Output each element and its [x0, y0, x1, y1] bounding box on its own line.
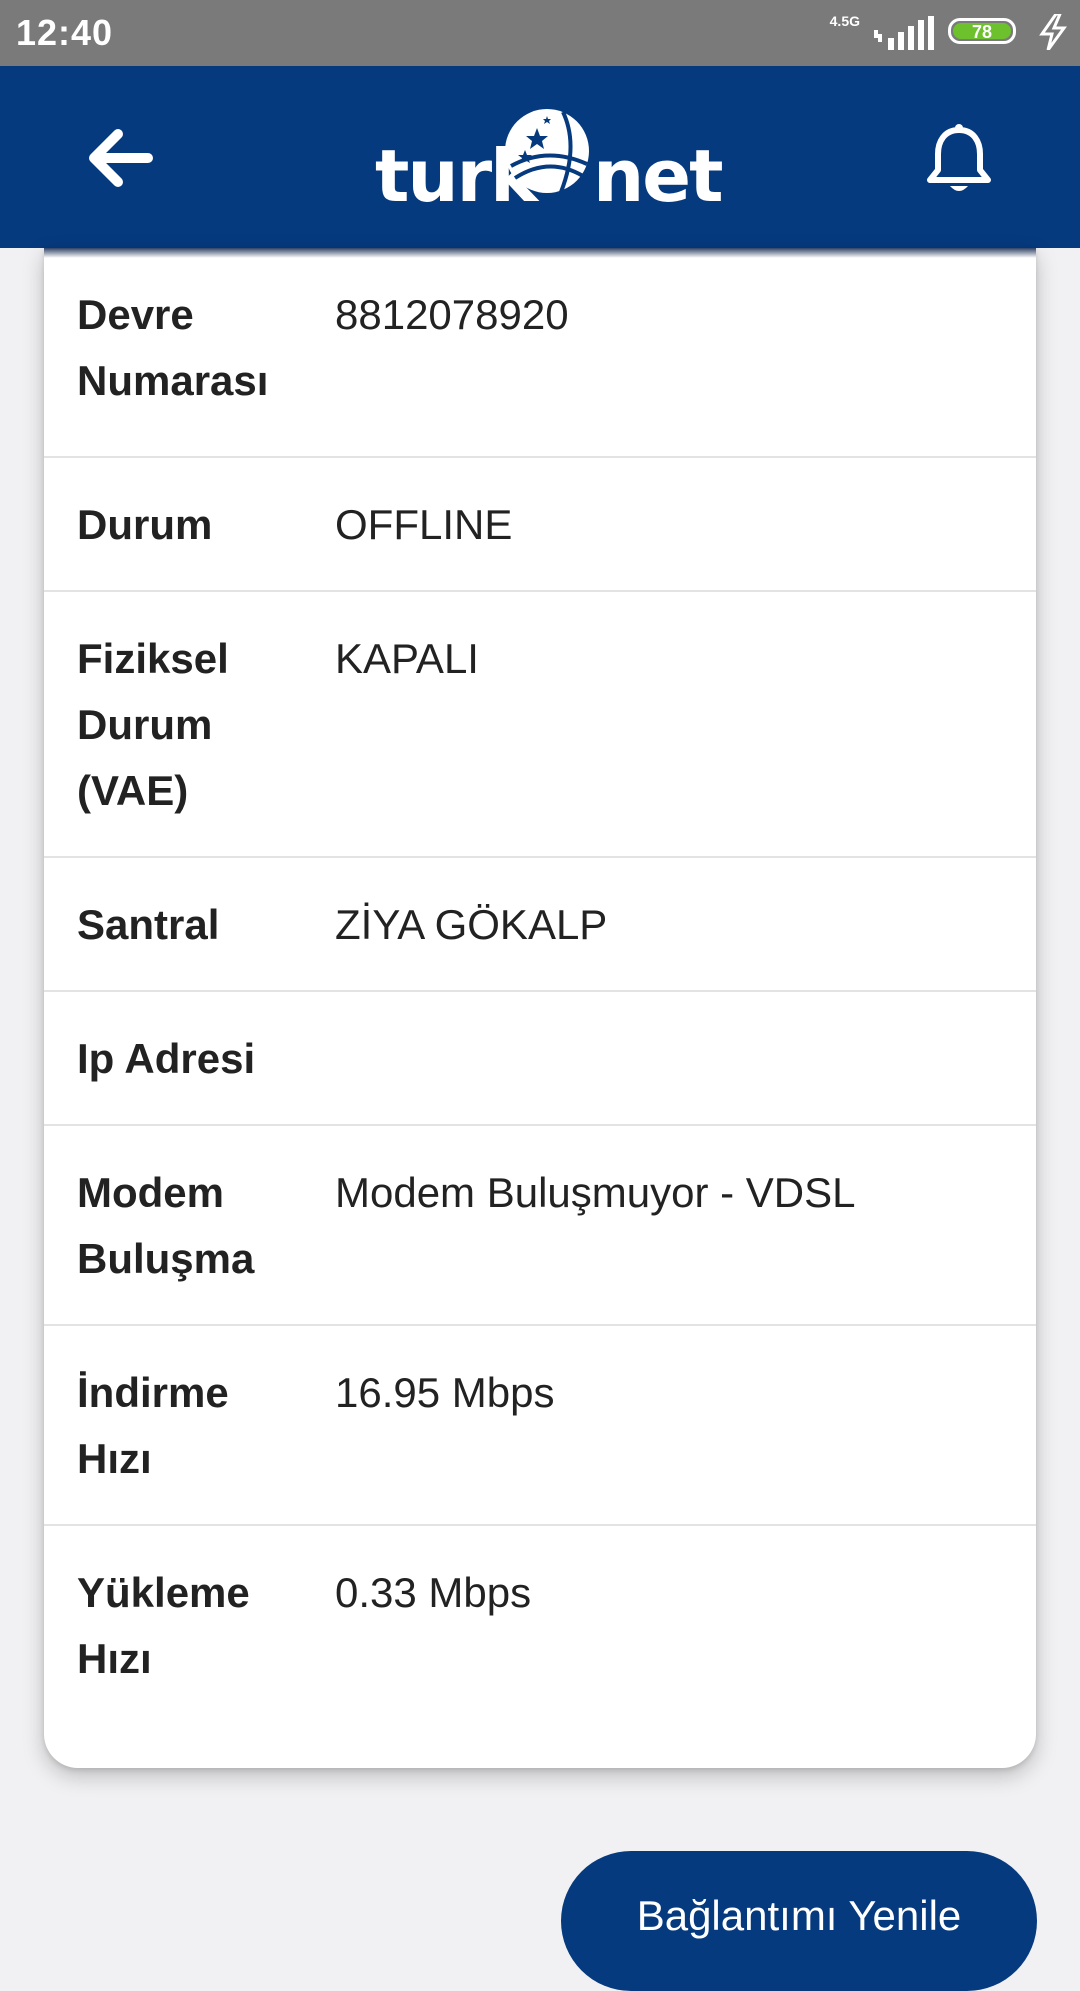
detail-value: Modem Buluşmuyor - VDSL: [335, 1169, 856, 1216]
detail-label: Fiziksel Durum (VAE): [77, 635, 229, 814]
app-bar: turk net: [0, 66, 1080, 248]
detail-label: Modem Buluşma: [77, 1169, 255, 1282]
battery-icon: 78: [948, 18, 1016, 44]
battery-level: 78: [953, 23, 1011, 41]
detail-row-ip-adresi: Ip Adresi: [44, 992, 1036, 1126]
signal-icon: [874, 16, 934, 50]
turknet-logo: turk net: [375, 106, 724, 218]
detail-row-yukleme-hizi: Yükleme Hızı 0.33 Mbps: [44, 1526, 1036, 1768]
connection-details-card: Devre Numarası 8812078920 Durum OFFLINE …: [44, 248, 1036, 1768]
detail-row-modem-bulusma: Modem Buluşma Modem Buluşmuyor - VDSL: [44, 1126, 1036, 1326]
detail-label: Ip Adresi: [77, 1035, 256, 1082]
detail-value: ZİYA GÖKALP: [335, 901, 608, 948]
charging-icon: [1039, 14, 1067, 50]
detail-label: Devre Numarası: [77, 291, 269, 404]
detail-value: KAPALI: [335, 635, 479, 682]
detail-label: Durum: [77, 501, 213, 548]
detail-label: İndirme Hızı: [77, 1369, 229, 1482]
bell-icon[interactable]: [926, 124, 992, 196]
logo-text-right: net: [593, 134, 724, 218]
globe-icon: [505, 109, 589, 193]
arrow-left-icon[interactable]: [86, 128, 154, 188]
status-time: 12:40: [16, 12, 114, 53]
detail-label: Yükleme Hızı: [77, 1569, 250, 1682]
detail-row-durum: Durum OFFLINE: [44, 458, 1036, 592]
network-type: 4.5G: [829, 13, 860, 29]
detail-label: Santral: [77, 901, 220, 948]
detail-row-santral: Santral ZİYA GÖKALP: [44, 858, 1036, 992]
detail-value: 8812078920: [335, 291, 569, 338]
status-bar: 12:40 4.5G 78: [0, 0, 1080, 66]
detail-value: 0.33 Mbps: [335, 1569, 532, 1616]
detail-row-indirme-hizi: İndirme Hızı 16.95 Mbps: [44, 1326, 1036, 1526]
detail-row-devre-numarasi: Devre Numarası 8812078920: [44, 248, 1036, 458]
refresh-connection-button[interactable]: Bağlantımı Yenile: [561, 1851, 1037, 1991]
detail-value: OFFLINE: [335, 501, 513, 548]
detail-row-fiziksel-durum: Fiziksel Durum (VAE) KAPALI: [44, 592, 1036, 858]
detail-value: 16.95 Mbps: [335, 1369, 555, 1416]
